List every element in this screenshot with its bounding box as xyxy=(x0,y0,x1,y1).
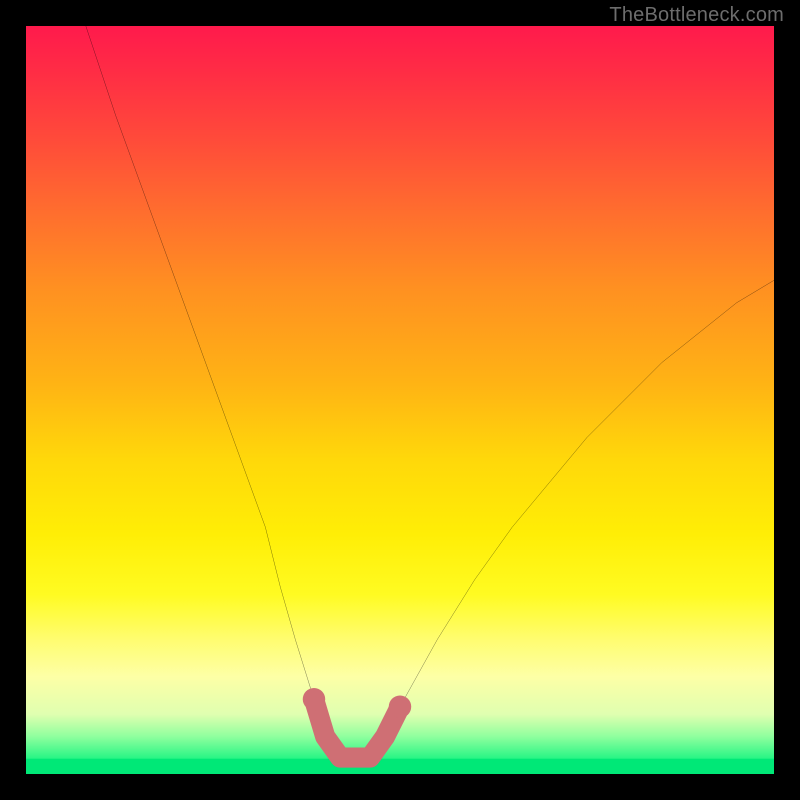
watermark-text: TheBottleneck.com xyxy=(609,4,784,27)
bottleneck-curve xyxy=(86,26,774,758)
curve-layer xyxy=(26,26,774,774)
plot-region xyxy=(26,26,774,774)
highlight-endpoint-dot xyxy=(303,688,325,710)
highlight-endpoint-dot xyxy=(389,695,411,717)
optimal-range-highlight xyxy=(314,699,400,757)
chart-frame: TheBottleneck.com xyxy=(0,0,800,800)
